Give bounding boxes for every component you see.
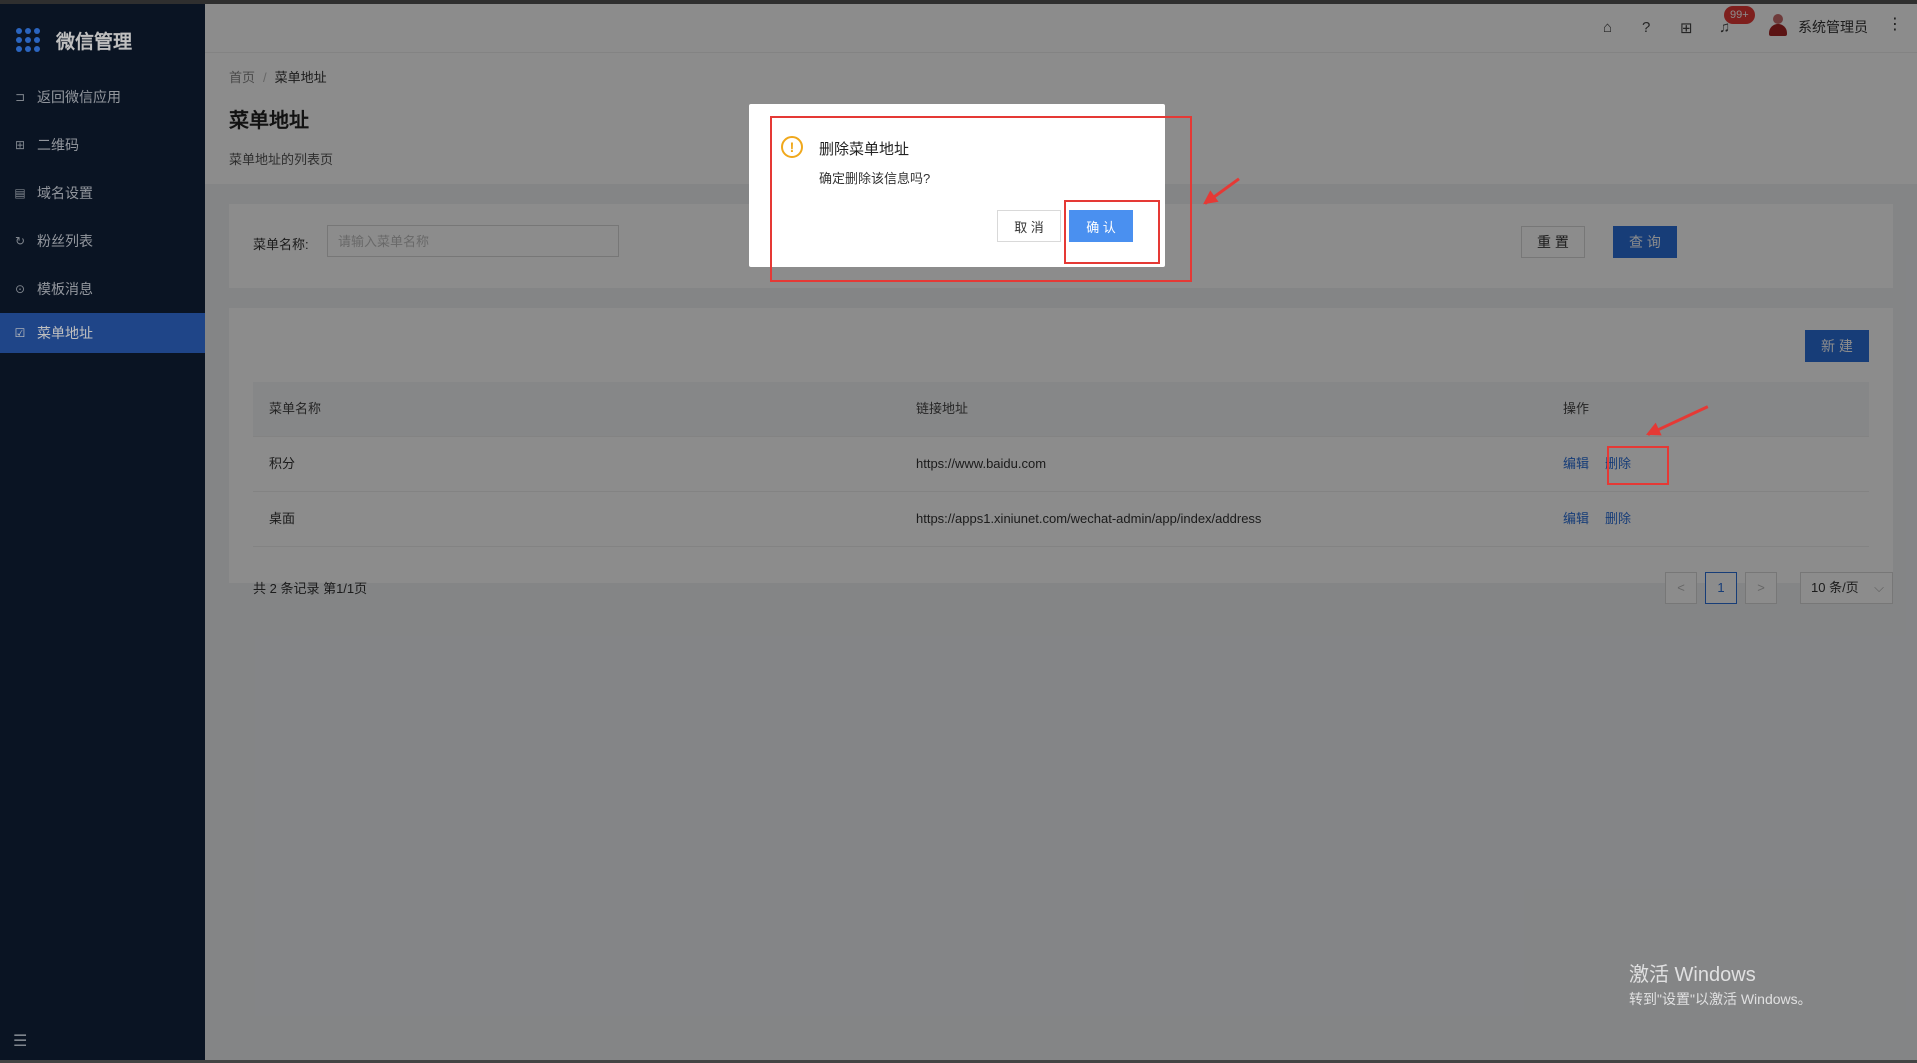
windows-activation-watermark: 激活 Windows 转到"设置"以激活 Windows。 xyxy=(1629,958,1812,1009)
annotation-box-delete xyxy=(1607,446,1669,485)
watermark-line-1: 激活 Windows xyxy=(1629,964,1756,986)
annotation-box-confirm xyxy=(1064,200,1160,264)
watermark-line-2: 转到"设置"以激活 Windows。 xyxy=(1629,991,1812,1007)
sidebar-overlay xyxy=(0,4,205,1063)
